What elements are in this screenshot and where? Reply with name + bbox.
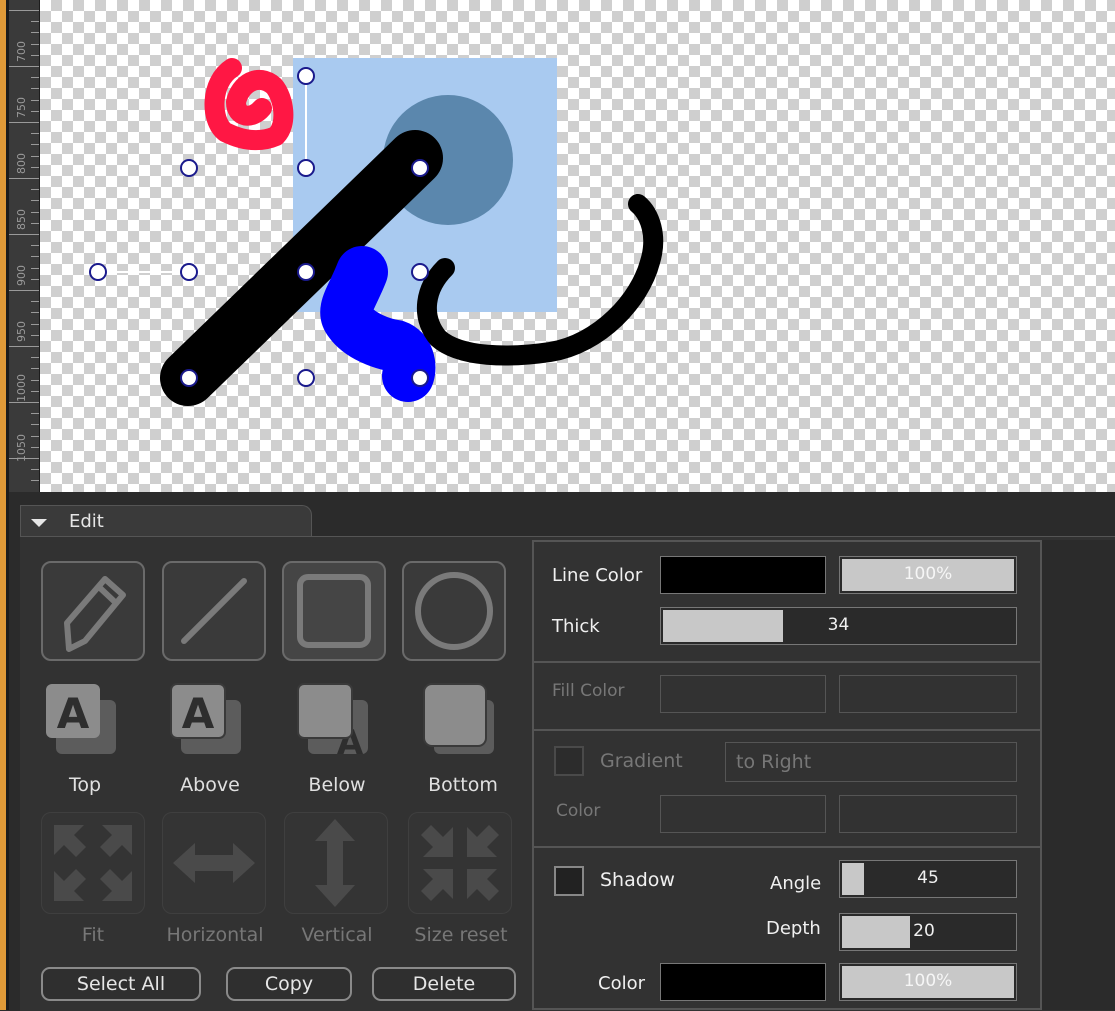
pencil-icon bbox=[64, 576, 126, 652]
vertical-label: Vertical bbox=[301, 924, 373, 946]
thick-value: 34 bbox=[827, 615, 850, 635]
line-color-label: Line Color bbox=[552, 565, 643, 586]
fill-opacity-slider[interactable] bbox=[839, 675, 1017, 713]
shadow-opacity-slider[interactable]: 100% bbox=[839, 963, 1017, 1001]
svg-text:A: A bbox=[182, 689, 215, 738]
handle-bottom-left bbox=[180, 369, 198, 387]
handle-middle-left bbox=[180, 263, 198, 281]
shadow-angle-label: Angle bbox=[770, 873, 822, 894]
fit-button[interactable] bbox=[41, 812, 145, 914]
svg-text:A: A bbox=[57, 689, 90, 738]
skew-handle bbox=[89, 263, 107, 281]
shadow-opacity-value: 100% bbox=[903, 971, 953, 991]
fill-color-label: Fill Color bbox=[552, 681, 625, 701]
send-to-bottom-icon bbox=[423, 683, 494, 754]
vertical-ruler: 700 750 800 850 900 950 1000 1050 bbox=[9, 0, 40, 492]
shadow-label: Shadow bbox=[600, 869, 675, 891]
ruler-label: 800 bbox=[15, 153, 28, 174]
delete-button[interactable]: Delete bbox=[372, 967, 516, 1001]
size-reset-button[interactable] bbox=[408, 812, 512, 914]
vertical-arrows-icon bbox=[315, 819, 355, 907]
handle-middle-right bbox=[411, 263, 429, 281]
fit-arrows-icon bbox=[54, 825, 132, 901]
order-top-label: Top bbox=[68, 774, 102, 796]
gradient-direction-select[interactable]: to Right bbox=[725, 742, 1017, 782]
line-icon bbox=[181, 578, 247, 644]
shadow-checkbox[interactable] bbox=[554, 866, 584, 896]
drawing-canvas[interactable] bbox=[40, 0, 1115, 492]
select-all-button[interactable]: Select All bbox=[41, 967, 201, 1001]
pencil-tool-button[interactable] bbox=[41, 561, 145, 661]
gradient-label: Gradient bbox=[600, 750, 683, 772]
ellipse-icon bbox=[415, 572, 493, 650]
order-top-button[interactable]: A Top bbox=[40, 680, 130, 800]
shadow-depth-label: Depth bbox=[766, 918, 821, 939]
panel-right-strip bbox=[1042, 540, 1115, 1010]
ruler-label: 850 bbox=[15, 209, 28, 230]
send-backward-icon: A bbox=[297, 683, 368, 760]
shadow-depth-slider[interactable]: 20 bbox=[839, 913, 1017, 951]
size-reset-label: Size reset bbox=[414, 924, 508, 946]
shadow-color-label: Color bbox=[598, 973, 645, 994]
shadow-angle-slider[interactable]: 45 bbox=[839, 860, 1017, 898]
window-edge bbox=[0, 0, 9, 1010]
horizontal-arrows-icon bbox=[173, 843, 255, 883]
handle-bottom-right bbox=[411, 369, 429, 387]
size-reset-icon bbox=[421, 825, 499, 901]
order-below-button[interactable]: A Below bbox=[292, 680, 382, 800]
bring-to-top-icon: A bbox=[46, 684, 116, 754]
copy-button[interactable]: Copy bbox=[226, 967, 352, 1001]
ruler-label: 950 bbox=[15, 321, 28, 342]
handle-top-center bbox=[297, 159, 315, 177]
vertical-button[interactable] bbox=[284, 812, 388, 914]
order-below-label: Below bbox=[308, 774, 366, 796]
order-bottom-label: Bottom bbox=[428, 774, 498, 796]
triangle-down-icon bbox=[31, 519, 47, 527]
handle-top-right bbox=[411, 159, 429, 177]
fit-label: Fit bbox=[81, 924, 105, 946]
shadow-depth-value: 20 bbox=[913, 921, 935, 941]
gradient-color-label: Color bbox=[556, 801, 601, 821]
red-scribble[interactable] bbox=[204, 58, 294, 151]
ellipse-tool-button[interactable] bbox=[402, 561, 506, 661]
line-tool-button[interactable] bbox=[162, 561, 266, 661]
line-opacity-slider[interactable]: 100% bbox=[839, 556, 1017, 594]
handle-top-left bbox=[180, 159, 198, 177]
ruler-label: 1050 bbox=[15, 434, 28, 462]
line-color-swatch[interactable] bbox=[660, 556, 826, 594]
ruler-label: 700 bbox=[15, 41, 28, 62]
gradient-checkbox[interactable] bbox=[554, 746, 584, 776]
tab-edit[interactable]: Edit bbox=[20, 505, 312, 537]
tab-edit-label: Edit bbox=[69, 511, 104, 532]
thick-slider[interactable]: 34 bbox=[660, 607, 1017, 645]
gradient-color-swatch[interactable] bbox=[660, 795, 826, 833]
order-above-label: Above bbox=[180, 774, 240, 796]
ruler-label: 900 bbox=[15, 265, 28, 286]
thick-label: Thick bbox=[552, 616, 600, 637]
line-opacity-value: 100% bbox=[903, 564, 953, 584]
order-above-button[interactable]: A Above bbox=[165, 680, 255, 800]
rotate-handle bbox=[297, 67, 315, 85]
fill-color-swatch[interactable] bbox=[660, 675, 826, 713]
rectangle-tool-button[interactable] bbox=[282, 561, 386, 661]
horizontal-label: Horizontal bbox=[166, 924, 264, 946]
ruler-label: 1000 bbox=[15, 374, 28, 402]
horizontal-button[interactable] bbox=[162, 812, 266, 914]
shadow-color-swatch[interactable] bbox=[660, 963, 826, 1001]
order-bottom-button[interactable]: Bottom bbox=[418, 680, 508, 800]
handle-bottom-center bbox=[297, 369, 315, 387]
gradient-opacity-slider[interactable] bbox=[839, 795, 1017, 833]
shadow-angle-value: 45 bbox=[917, 868, 939, 888]
handle-center bbox=[297, 263, 315, 281]
rectangle-icon bbox=[297, 574, 371, 648]
ruler-label: 750 bbox=[15, 97, 28, 118]
bring-forward-icon: A bbox=[170, 683, 241, 754]
